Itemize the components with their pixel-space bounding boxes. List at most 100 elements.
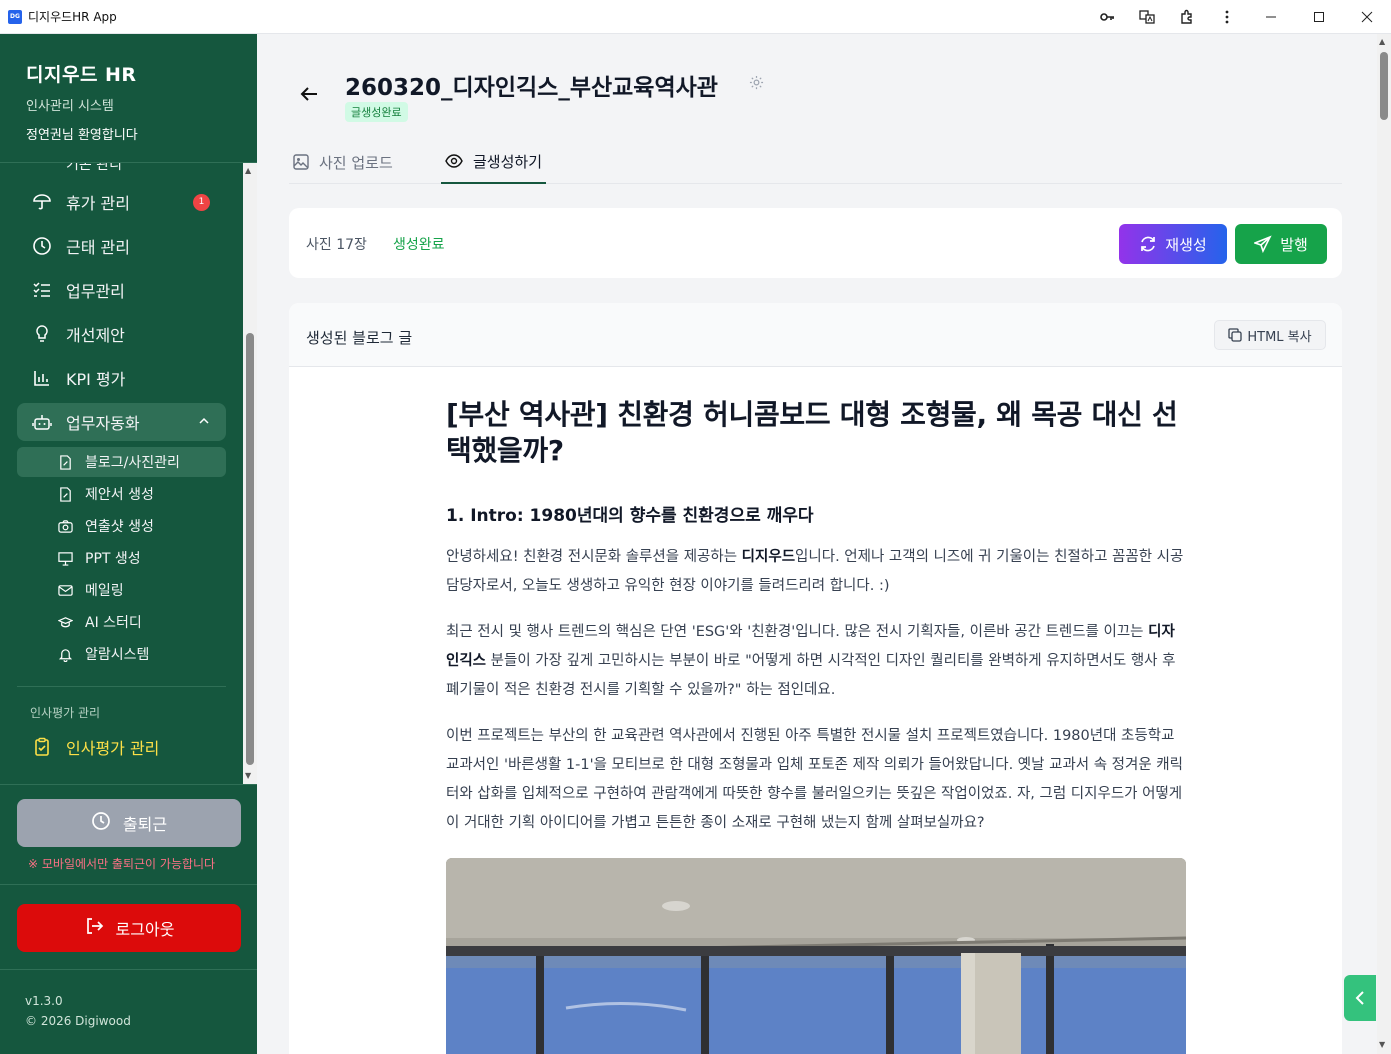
sidebar-subitem-proposal[interactable]: 제안서 생성 — [17, 479, 226, 509]
sidebar-divider — [0, 969, 257, 970]
blog-card-header: 생성된 블로그 글 HTML 복사 — [289, 303, 1342, 367]
sidebar-subitem-label: 제안서 생성 — [85, 487, 154, 503]
sidebar-subitem-label: 메일링 — [85, 583, 124, 599]
copy-html-button[interactable]: HTML 복사 — [1214, 320, 1326, 350]
scroll-up-arrow-icon[interactable]: ▲ — [245, 166, 251, 175]
window-titlebar: DG 디지우드HR App — [0, 0, 1391, 34]
paragraph-text: 안녕하세요! 친환경 전시문화 솔루션을 제공하는 — [446, 549, 742, 565]
sidebar-subitem-label: PPT 생성 — [85, 551, 141, 567]
sidebar-scrollbar[interactable]: ▲ ▼ — [243, 163, 257, 784]
minimize-button[interactable] — [1247, 0, 1295, 34]
blog-preview-card: 생성된 블로그 글 HTML 복사 [부산 역사관] 친환경 허니콤보드 대형 … — [289, 303, 1342, 1054]
paragraph-text: 최근 전시 및 행사 트렌드의 핵심은 단연 'ESG'와 '친환경'입니다. … — [446, 624, 1149, 640]
brand-title: 디지우드 HR — [26, 64, 137, 86]
article-photo — [446, 858, 1186, 1054]
sidebar-item-attendance[interactable]: 근태 관리 — [17, 227, 226, 265]
chevron-up-icon — [198, 415, 210, 430]
document-icon — [31, 163, 53, 175]
clipboard-check-icon — [31, 736, 53, 758]
brand-subtitle: 인사관리 시스템 — [26, 99, 114, 114]
lightbulb-icon — [31, 323, 53, 345]
camera-icon — [57, 518, 73, 534]
chevron-left-icon — [1355, 991, 1364, 1005]
sidebar-subitem-label: 블로그/사진관리 — [85, 455, 180, 471]
graduation-cap-icon — [57, 614, 73, 630]
sidebar-subitem-ai-study[interactable]: AI 스터디 — [17, 607, 226, 637]
main-scroll-thumb[interactable] — [1380, 52, 1388, 120]
sidebar-subitem-ppt[interactable]: PPT 생성 — [17, 543, 226, 573]
sidebar-scroll-thumb[interactable] — [246, 333, 254, 765]
sidebar-divider — [0, 784, 257, 785]
mail-icon — [57, 582, 73, 598]
sidebar-item-suggestions[interactable]: 개선제안 — [17, 315, 226, 353]
image-icon — [293, 154, 309, 170]
copyright-text: © 2026 Digiwood — [25, 1014, 131, 1028]
arrow-left-icon — [300, 87, 317, 101]
status-badge: 글생성완료 — [345, 102, 408, 122]
extension-icon[interactable] — [1167, 0, 1207, 34]
photo-count: 사진 17장 — [306, 237, 367, 253]
refresh-icon — [1139, 235, 1157, 253]
sidebar-item-label: KPI 평가 — [66, 370, 126, 389]
presentation-icon — [57, 550, 73, 566]
article-paragraph: 최근 전시 및 행사 트렌드의 핵심은 단연 'ESG'와 '친환경'입니다. … — [446, 618, 1186, 705]
article-paragraph: 이번 프로젝트는 부산의 한 교육관련 역사관에서 진행된 아주 특별한 전시물… — [446, 728, 1183, 831]
settings-gear-icon[interactable] — [749, 75, 764, 94]
sidebar-subitem-label: AI 스터디 — [85, 615, 142, 631]
sidebar-item-label: 근태 관리 — [66, 238, 130, 257]
sidebar-subitem-label: 알람시스템 — [85, 647, 150, 663]
sidebar-subitem-alarm[interactable]: 알람시스템 — [17, 639, 226, 669]
sidebar-item-kpi[interactable]: KPI 평가 — [17, 359, 226, 397]
scroll-down-arrow-icon[interactable]: ▼ — [245, 771, 251, 780]
sidebar-nav[interactable]: 기본 관리 휴가 관리 1 근태 관리 업무관리 개선제안 KPI 평가 업무자… — [0, 163, 257, 784]
regenerate-button[interactable]: 재생성 — [1119, 224, 1227, 264]
tab-photo-upload[interactable]: 사진 업로드 — [293, 140, 393, 184]
eye-icon — [445, 153, 463, 169]
sidebar-item-tasks[interactable]: 업무관리 — [17, 271, 226, 309]
maximize-button[interactable] — [1295, 0, 1343, 34]
sidebar-item-label: 인사평가 관리 — [66, 739, 160, 758]
tab-generate-post[interactable]: 글생성하기 — [441, 140, 547, 184]
send-icon — [1254, 235, 1272, 253]
notification-badge: 1 — [193, 193, 210, 211]
sidebar-subitem-mailing[interactable]: 메일링 — [17, 575, 226, 605]
sidebar-item-automation[interactable]: 업무자동화 — [17, 403, 226, 441]
section-label: 인사평가 관리 — [30, 706, 101, 720]
back-button[interactable] — [297, 82, 321, 106]
publish-label: 발행 — [1280, 235, 1308, 254]
sidebar-item-label: 개선제안 — [66, 326, 125, 345]
clock-icon — [31, 235, 53, 257]
article-heading: 1. Intro: 1980년대의 향수를 친환경으로 깨우다 — [446, 506, 814, 526]
page-title: 260320_디자인긱스_부산교육역사관 — [345, 75, 718, 101]
document-icon — [57, 486, 73, 502]
sidebar-item-vacation[interactable]: 휴가 관리 1 — [17, 183, 226, 221]
sidebar-item-evaluation[interactable]: 인사평가 관리 — [17, 728, 226, 766]
close-button[interactable] — [1343, 0, 1391, 34]
article-paragraph: 안녕하세요! 친환경 전시문화 솔루션을 제공하는 디지우드입니다. 언제나 고… — [446, 543, 1186, 601]
publish-button[interactable]: 발행 — [1235, 224, 1327, 264]
app-icon: DG — [8, 9, 22, 24]
sidebar-divider — [17, 686, 226, 687]
sidebar: 디지우드 HR 인사관리 시스템 정연권님 환영합니다 기본 관리 휴가 관리 … — [0, 34, 257, 1054]
expand-panel-button[interactable] — [1344, 975, 1376, 1021]
sidebar-item-label: 기본 관리 — [66, 163, 122, 173]
main-content: 260320_디자인긱스_부산교육역사관 글생성완료 사진 업로드 글생성하기 … — [257, 34, 1377, 1054]
scroll-up-arrow-icon[interactable]: ▲ — [1379, 37, 1385, 46]
logout-button[interactable]: 로그아웃 — [17, 904, 241, 952]
version-text: v1.3.0 — [25, 994, 63, 1008]
main-scrollbar[interactable]: ▲ ▼ — [1377, 34, 1391, 1054]
sidebar-item-partial[interactable]: 기본 관리 — [17, 163, 226, 183]
more-vertical-icon[interactable] — [1207, 0, 1247, 34]
sidebar-subitem-blog[interactable]: 블로그/사진관리 — [17, 447, 226, 477]
sidebar-divider — [0, 884, 257, 885]
umbrella-icon — [31, 191, 53, 213]
clock-in-out-button[interactable]: 출퇴근 — [17, 799, 241, 847]
translate-icon[interactable] — [1127, 0, 1167, 34]
sidebar-item-label: 업무자동화 — [66, 414, 140, 433]
sidebar-subitem-shot[interactable]: 연출샷 생성 — [17, 511, 226, 541]
mobile-note: ※ 모바일에서만 출퇴근이 가능합니다 — [28, 857, 216, 871]
interior-photo-image — [446, 858, 1186, 1054]
scroll-down-arrow-icon[interactable]: ▼ — [1379, 1040, 1385, 1049]
clock-icon — [91, 811, 111, 835]
key-icon[interactable] — [1087, 0, 1127, 34]
